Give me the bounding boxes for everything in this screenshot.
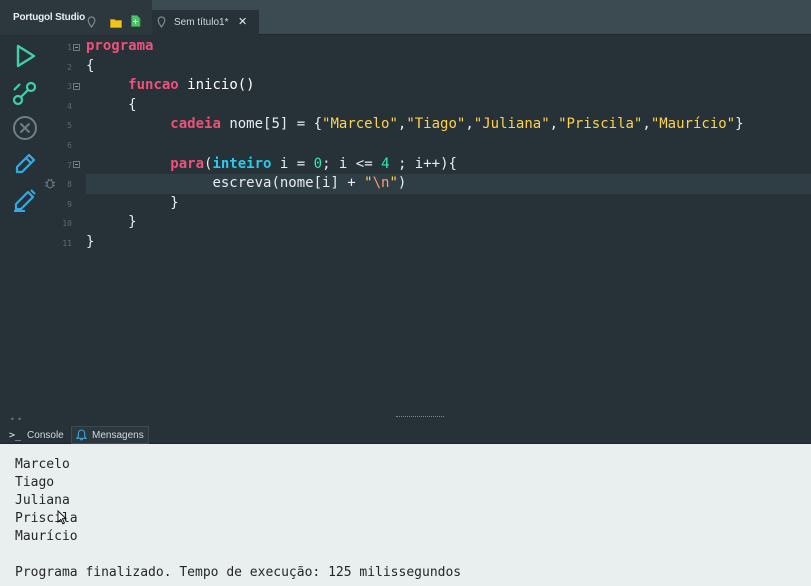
keyword-programa: programa [86,38,154,54]
code-editor[interactable]: 1 2 3 4 5 6 7 8 9 10 11 programa { funca… [44,35,811,423]
console-line: Maurício [15,529,78,544]
code-line: { [86,96,811,116]
number-literal: 0 [313,155,323,172]
line-number: 4 [67,101,72,111]
brace: } [735,116,744,133]
code-text: ; i++){ [389,155,457,172]
breakpoint-bug-icon[interactable] [44,177,56,192]
line-number: 7 [67,160,72,170]
new-file-icon[interactable] [130,12,142,31]
fold-icon[interactable] [73,83,80,90]
console-line: Marcelo [15,457,70,472]
step-icon[interactable] [11,79,39,107]
brace: } [128,214,137,231]
console-status: Programa finalizado. Tempo de execução: … [15,565,462,580]
fold-icon[interactable] [73,44,80,51]
string-literal: "Marcelo" [322,116,398,133]
code-content[interactable]: programa { funcao inicio() { cadeia nome… [86,37,811,250]
line-number: 1 [67,43,72,52]
pin-icon[interactable] [157,13,166,32]
code-line: } [86,194,811,214]
line-number: 5 [67,121,72,131]
string-literal: " [364,175,373,192]
code-line: funcao inicio() [86,76,811,96]
splitter-handle[interactable] [396,416,444,418]
terminal-icon: >_ [9,429,22,441]
string-literal: "Juliana" [473,116,550,133]
tab-messages-label: Mensagens [92,429,144,441]
string-literal: "Priscila" [558,116,643,133]
line-number: 9 [67,199,72,209]
code-line: programa [86,37,811,57]
comma: , [465,116,474,133]
bell-icon [76,429,87,441]
mouse-cursor-icon [57,509,68,529]
keyword-funcao: funcao [128,77,179,94]
edit-icon[interactable] [11,150,39,178]
stop-icon[interactable] [11,114,39,142]
line-number: 2 [67,62,72,72]
code-line: } [86,233,811,253]
tab-console[interactable]: >_ Console [9,426,71,444]
pin-icon[interactable] [87,13,96,32]
line-number: 6 [67,141,72,150]
tab-bar: Portugol Studio Sem título1* ✕ [0,0,811,35]
code-text: i = [271,155,314,172]
string-literal: " [389,175,398,192]
open-folder-icon[interactable] [110,13,122,32]
tab-console-label: Console [27,429,64,441]
left-toolbar [0,35,50,423]
line-number-gutter: 1 2 3 4 5 6 7 8 9 10 11 [50,35,82,423]
tab-file[interactable]: Sem título1* ✕ [152,10,259,35]
pencil-icon[interactable] [11,186,39,214]
keyword-para: para [170,155,205,172]
comma: , [642,116,651,133]
console-output[interactable]: Marcelo Tiago Juliana Priscila Maurício … [0,444,811,586]
code-text: ; i <= [322,155,382,172]
play-icon[interactable] [11,42,39,70]
console-line: Tiago [15,475,55,490]
brace: { [86,57,95,74]
function-signature: inicio() [187,77,255,94]
line-number: 10 [62,219,72,229]
escape-sequence: \n [372,175,390,192]
string-literal: "Maurício" [650,116,736,133]
brace: { [128,96,137,113]
keyword-inteiro: inteiro [212,155,272,172]
code-line: para(inteiro i = 0; i <= 4 ; i++){ [86,155,811,175]
code-line-current: escreva(nome[i] + "\n") [86,174,811,194]
console-line: Priscila [15,511,78,526]
fold-icon[interactable] [73,161,80,168]
tab-home[interactable]: Portugol Studio [0,0,152,35]
string-literal: "Tiago" [406,116,466,133]
paren: ) [397,175,407,192]
declaration: nome[5] = { [229,116,323,133]
brace: } [170,194,179,211]
comma: , [549,116,559,133]
tab-messages[interactable]: Mensagens [71,426,149,444]
code-text: escreva(nome[i] + [212,175,365,192]
code-line: { [86,57,811,77]
line-number: 11 [62,239,72,248]
tab-home-label: Portugol Studio [13,12,85,23]
close-icon[interactable]: ✕ [238,16,247,27]
brace: } [86,234,95,250]
keyword-cadeia: cadeia [170,116,221,133]
code-line: } [86,213,811,233]
code-line: cadeia nome[5] = {"Marcelo","Tiago","Jul… [86,115,811,135]
portugol-studio-window: Portugol Studio Sem título1* ✕ 1 2 3 4 5… [0,0,811,586]
console-line: Juliana [15,493,70,508]
bottom-panel-tabs: >_ Console Mensagens [0,423,811,444]
line-number: 3 [67,82,72,92]
number-literal: 4 [381,155,390,172]
tab-file-label: Sem título1* [174,17,229,28]
